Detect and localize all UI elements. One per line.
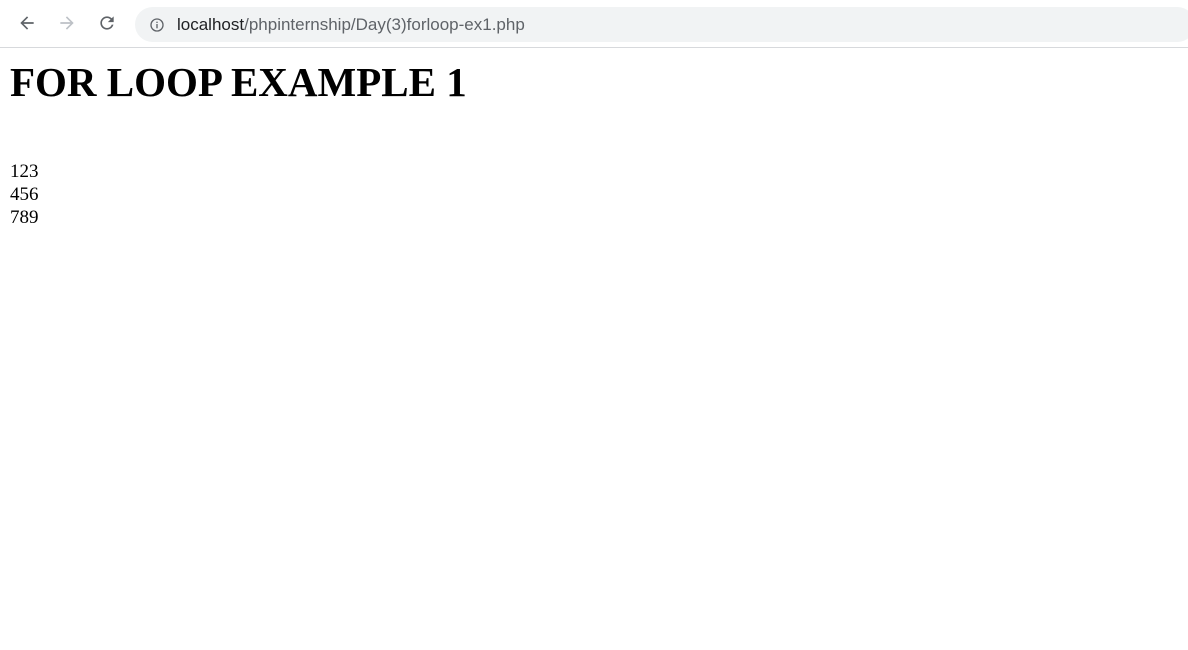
- back-button[interactable]: [12, 8, 42, 38]
- forward-button[interactable]: [52, 8, 82, 38]
- output-lines: 123 456 789: [10, 160, 467, 229]
- output-line: 789: [10, 207, 39, 228]
- output-line: 456: [10, 184, 39, 205]
- output-line: 123: [10, 161, 39, 182]
- arrow-left-icon: [20, 16, 34, 30]
- reload-button[interactable]: [92, 8, 122, 38]
- browser-toolbar: localhost/phpinternship/Day(3)forloop-ex…: [0, 0, 1188, 48]
- page-content: FOR LOOP EXAMPLE 1 123 456 789: [10, 48, 467, 229]
- info-icon[interactable]: [149, 17, 165, 33]
- url-text[interactable]: localhost/phpinternship/Day(3)forloop-ex…: [177, 15, 525, 35]
- arrow-right-icon: [60, 16, 74, 30]
- url-host: localhost: [177, 14, 245, 34]
- url-path: /phpinternship/Day(3)forloop-ex1.php: [244, 14, 525, 34]
- page-heading: FOR LOOP EXAMPLE 1: [10, 59, 467, 105]
- address-bar[interactable]: localhost/phpinternship/Day(3)forloop-ex…: [135, 7, 1188, 42]
- reload-icon: [100, 16, 114, 30]
